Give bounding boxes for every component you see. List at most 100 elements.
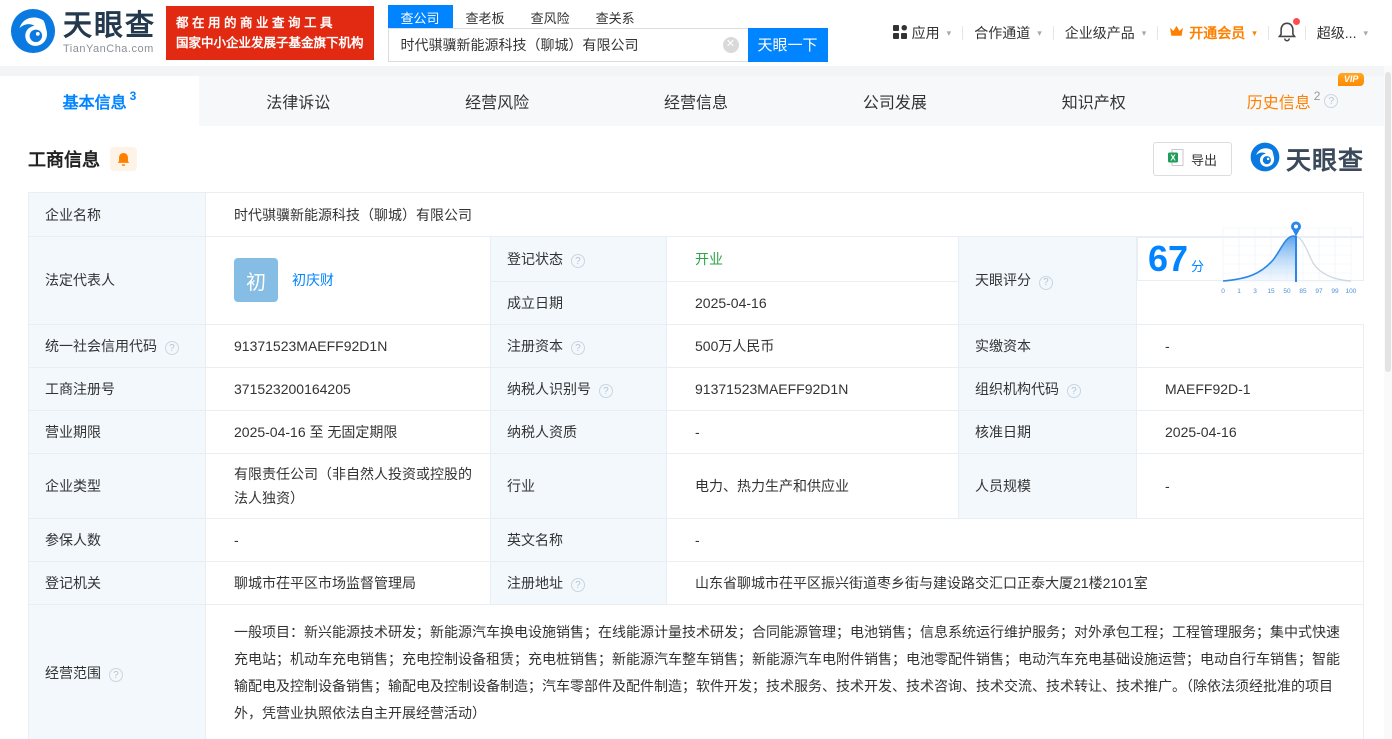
score-tick: 99	[1331, 288, 1339, 295]
score-number: 67	[1148, 241, 1188, 277]
watermark-text: 天眼查	[1286, 141, 1364, 177]
logo-name: 天眼查	[63, 12, 156, 41]
help-icon[interactable]: ?	[1067, 384, 1081, 398]
taxpayer-quality-label: 纳税人资质	[491, 410, 667, 453]
search-tab-relation[interactable]: 查关系	[583, 5, 648, 28]
org-code-label-cell: 组织机构代码 ?	[959, 367, 1137, 410]
row-company-type: 企业类型 有限责任公司（非自然人投资或控股的法人独资） 行业 电力、热力生产和供…	[29, 453, 1364, 518]
scrollbar-thumb[interactable]	[1385, 72, 1391, 372]
company-type-value: 有限责任公司（非自然人投资或控股的法人独资）	[206, 453, 491, 518]
tab-company-development-label: 公司发展	[863, 89, 927, 113]
section-title: 工商信息	[28, 146, 100, 172]
scrollbar[interactable]	[1384, 66, 1392, 739]
help-icon[interactable]: ?	[599, 384, 613, 398]
clear-search-icon[interactable]: ✕	[723, 37, 739, 53]
notification-dot	[1293, 18, 1300, 25]
tab-company-development[interactable]: 公司发展	[795, 76, 994, 126]
promo-banner: 都在用的商业查询工具 国家中小企业发展子基金旗下机构	[166, 6, 374, 60]
reg-capital-label: 注册资本	[507, 338, 563, 354]
tianyancha-logo[interactable]: 天眼查 TianYanCha.com	[10, 8, 156, 59]
help-icon[interactable]: ?	[571, 254, 585, 268]
help-icon[interactable]: ?	[109, 668, 123, 682]
reg-status-label-cell: 登记状态 ?	[491, 237, 667, 282]
menu-partner[interactable]: 合作通道 ▾	[968, 23, 1048, 43]
subscribe-bell-icon[interactable]	[110, 147, 137, 171]
tab-legal[interactable]: 法律诉讼	[199, 76, 398, 126]
tab-history-count: 2	[1314, 89, 1321, 103]
search-tab-boss[interactable]: 查老板	[453, 5, 518, 28]
score-tick: 15	[1267, 288, 1275, 295]
watermark-logo: 天眼查	[1250, 141, 1364, 177]
export-button[interactable]: X 导出	[1153, 142, 1232, 176]
search-input[interactable]	[389, 29, 748, 61]
paid-capital-value: -	[1137, 324, 1364, 367]
page-gap	[0, 66, 1392, 76]
company-type-label: 企业类型	[29, 453, 206, 518]
export-button-label: 导出	[1191, 150, 1217, 169]
staff-size-label: 人员规模	[959, 453, 1137, 518]
score-tick: 97	[1315, 288, 1323, 295]
detail-nav-tabs: 基本信息 3 法律诉讼 经营风险 经营信息 公司发展 知识产权 VIP 历史信息…	[0, 76, 1392, 126]
search-tab-risk[interactable]: 查风险	[518, 5, 583, 28]
logo-swirl-icon	[1250, 142, 1280, 177]
taxpayer-quality-value: -	[667, 410, 959, 453]
menu-enterprise[interactable]: 企业级产品 ▾	[1059, 23, 1153, 43]
chevron-down-icon: ▾	[1142, 28, 1147, 39]
menu-enterprise-label: 企业级产品	[1065, 23, 1135, 43]
reg-address-label: 注册地址	[507, 575, 563, 591]
menu-divider	[1268, 26, 1269, 40]
staff-size-value: -	[1137, 453, 1364, 518]
score-tick: 1	[1237, 288, 1241, 295]
menu-divider	[1157, 26, 1158, 40]
score-label-cell: 天眼评分 ?	[959, 237, 1137, 325]
menu-divider	[1305, 26, 1306, 40]
help-icon[interactable]: ?	[571, 341, 585, 355]
logo-swirl-icon	[10, 8, 56, 59]
paid-capital-label: 实缴资本	[959, 324, 1137, 367]
business-term-label: 营业期限	[29, 410, 206, 453]
crown-icon	[1169, 25, 1184, 41]
tab-history[interactable]: VIP 历史信息 2 ?	[1193, 76, 1392, 126]
chevron-down-icon: ▾	[1252, 28, 1257, 39]
menu-vip[interactable]: 开通会员 ▾	[1163, 23, 1263, 43]
reg-authority-label: 登记机关	[29, 561, 206, 604]
help-icon[interactable]: ?	[1039, 276, 1053, 290]
chevron-down-icon: ▾	[1037, 28, 1042, 39]
notification-bell-icon[interactable]	[1274, 22, 1300, 45]
reg-authority-value: 聊城市茌平区市场监督管理局	[206, 561, 491, 604]
establish-date-value: 2025-04-16	[667, 281, 959, 324]
establish-date-label: 成立日期	[491, 281, 667, 324]
menu-apps-label: 应用	[912, 23, 940, 43]
business-info-table: 企业名称 时代骐骥新能源科技（聊城）有限公司 法定代表人 初 初庆财 登记状态 …	[28, 192, 1364, 739]
help-icon[interactable]: ?	[571, 578, 585, 592]
help-icon[interactable]: ?	[165, 341, 179, 355]
help-icon[interactable]: ?	[1324, 94, 1338, 108]
search-input-wrap: ✕	[388, 28, 748, 62]
tab-operating-risk-label: 经营风险	[465, 89, 529, 113]
business-scope-value: 一般项目：新兴能源技术研发；新能源汽车换电设施销售；在线能源计量技术研发；合同能…	[206, 604, 1364, 739]
menu-apps[interactable]: 应用 ▾	[887, 23, 958, 43]
main-content: 工商信息 X 导出	[0, 126, 1392, 739]
tab-business-info[interactable]: 经营信息	[597, 76, 796, 126]
score-value-cell: 67 分	[1137, 237, 1364, 281]
business-scope-label: 经营范围	[45, 665, 101, 681]
row-company-name: 企业名称 时代骐骥新能源科技（聊城）有限公司	[29, 193, 1364, 237]
score-tick: 100	[1345, 288, 1356, 295]
menu-partner-label: 合作通道	[974, 23, 1030, 43]
tab-operating-risk[interactable]: 经营风险	[398, 76, 597, 126]
row-legal-rep: 法定代表人 初 初庆财 登记状态 ? 开业 天眼评分 ? 67 分	[29, 237, 1364, 282]
tab-intellectual-property[interactable]: 知识产权	[994, 76, 1193, 126]
excel-icon: X	[1168, 149, 1184, 169]
score-tick: 50	[1283, 288, 1291, 295]
menu-account[interactable]: 超级... ▾	[1311, 23, 1374, 43]
legal-rep-name-link[interactable]: 初庆财	[292, 270, 334, 290]
legal-rep-value: 初 初庆财	[206, 237, 491, 325]
legal-rep-avatar[interactable]: 初	[234, 258, 278, 302]
tab-basic-info[interactable]: 基本信息 3	[0, 76, 199, 126]
search-button[interactable]: 天眼一下	[748, 28, 828, 62]
english-name-label: 英文名称	[491, 518, 667, 561]
search-tab-company[interactable]: 查公司	[388, 5, 453, 28]
row-reg-authority: 登记机关 聊城市茌平区市场监督管理局 注册地址 ? 山东省聊城市茌平区振兴街道枣…	[29, 561, 1364, 604]
menu-vip-label: 开通会员	[1189, 23, 1245, 43]
insured-label: 参保人数	[29, 518, 206, 561]
